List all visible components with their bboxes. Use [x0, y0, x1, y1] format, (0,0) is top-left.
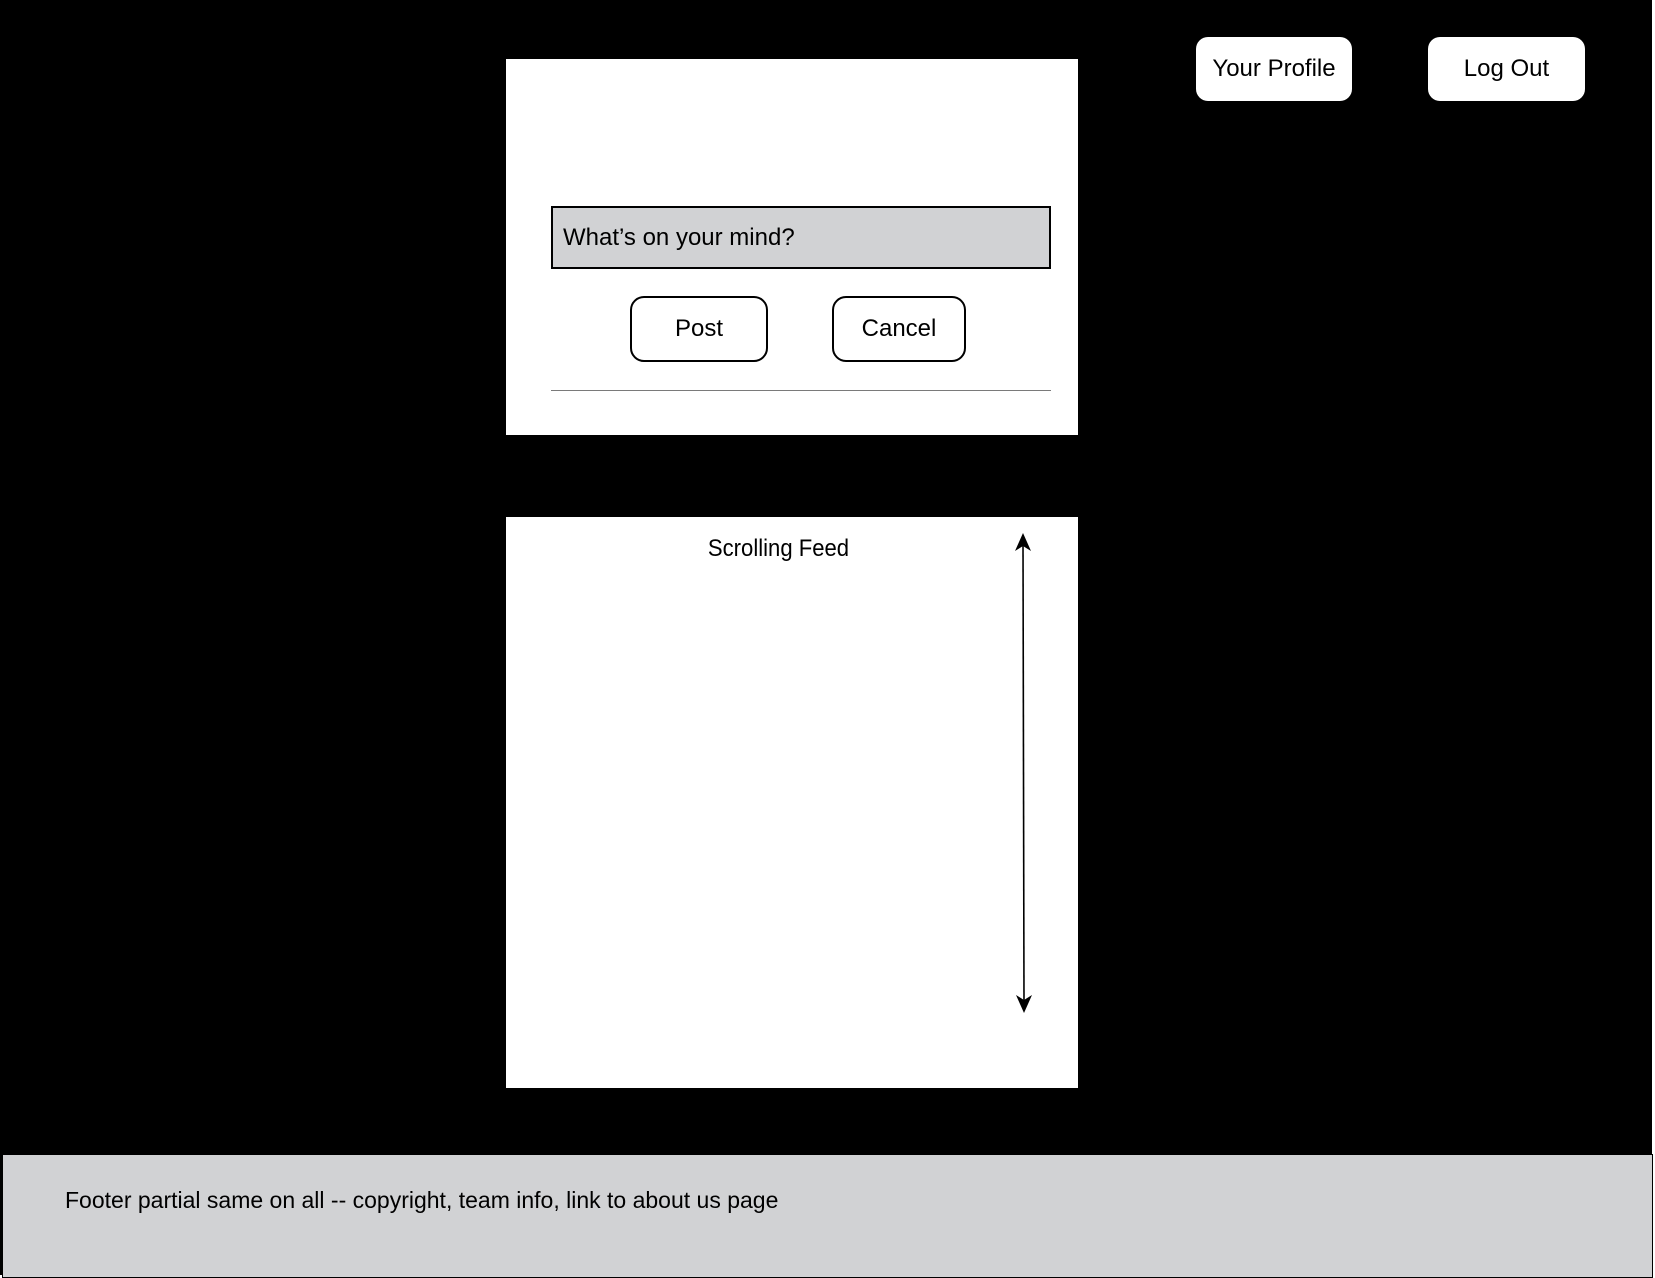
footer: Footer partial same on all -- copyright,…: [2, 1154, 1653, 1278]
cancel-button[interactable]: Cancel: [832, 296, 966, 362]
post-composer-panel: Post Cancel: [506, 59, 1078, 435]
your-profile-button[interactable]: Your Profile: [1196, 37, 1352, 101]
log-out-button[interactable]: Log Out: [1428, 37, 1585, 101]
feed-title: Scrolling Feed: [707, 535, 850, 562]
post-button[interactable]: Post: [630, 296, 768, 362]
post-input[interactable]: [551, 206, 1051, 269]
footer-text: Footer partial same on all -- copyright,…: [65, 1187, 779, 1213]
composer-divider: [551, 390, 1051, 391]
scrolling-feed-panel[interactable]: Scrolling Feed: [506, 517, 1078, 1088]
page-frame: Your Profile Log Out Post Cancel Scrolli…: [0, 0, 1653, 1278]
scroll-double-arrow-icon: [1015, 533, 1032, 1013]
